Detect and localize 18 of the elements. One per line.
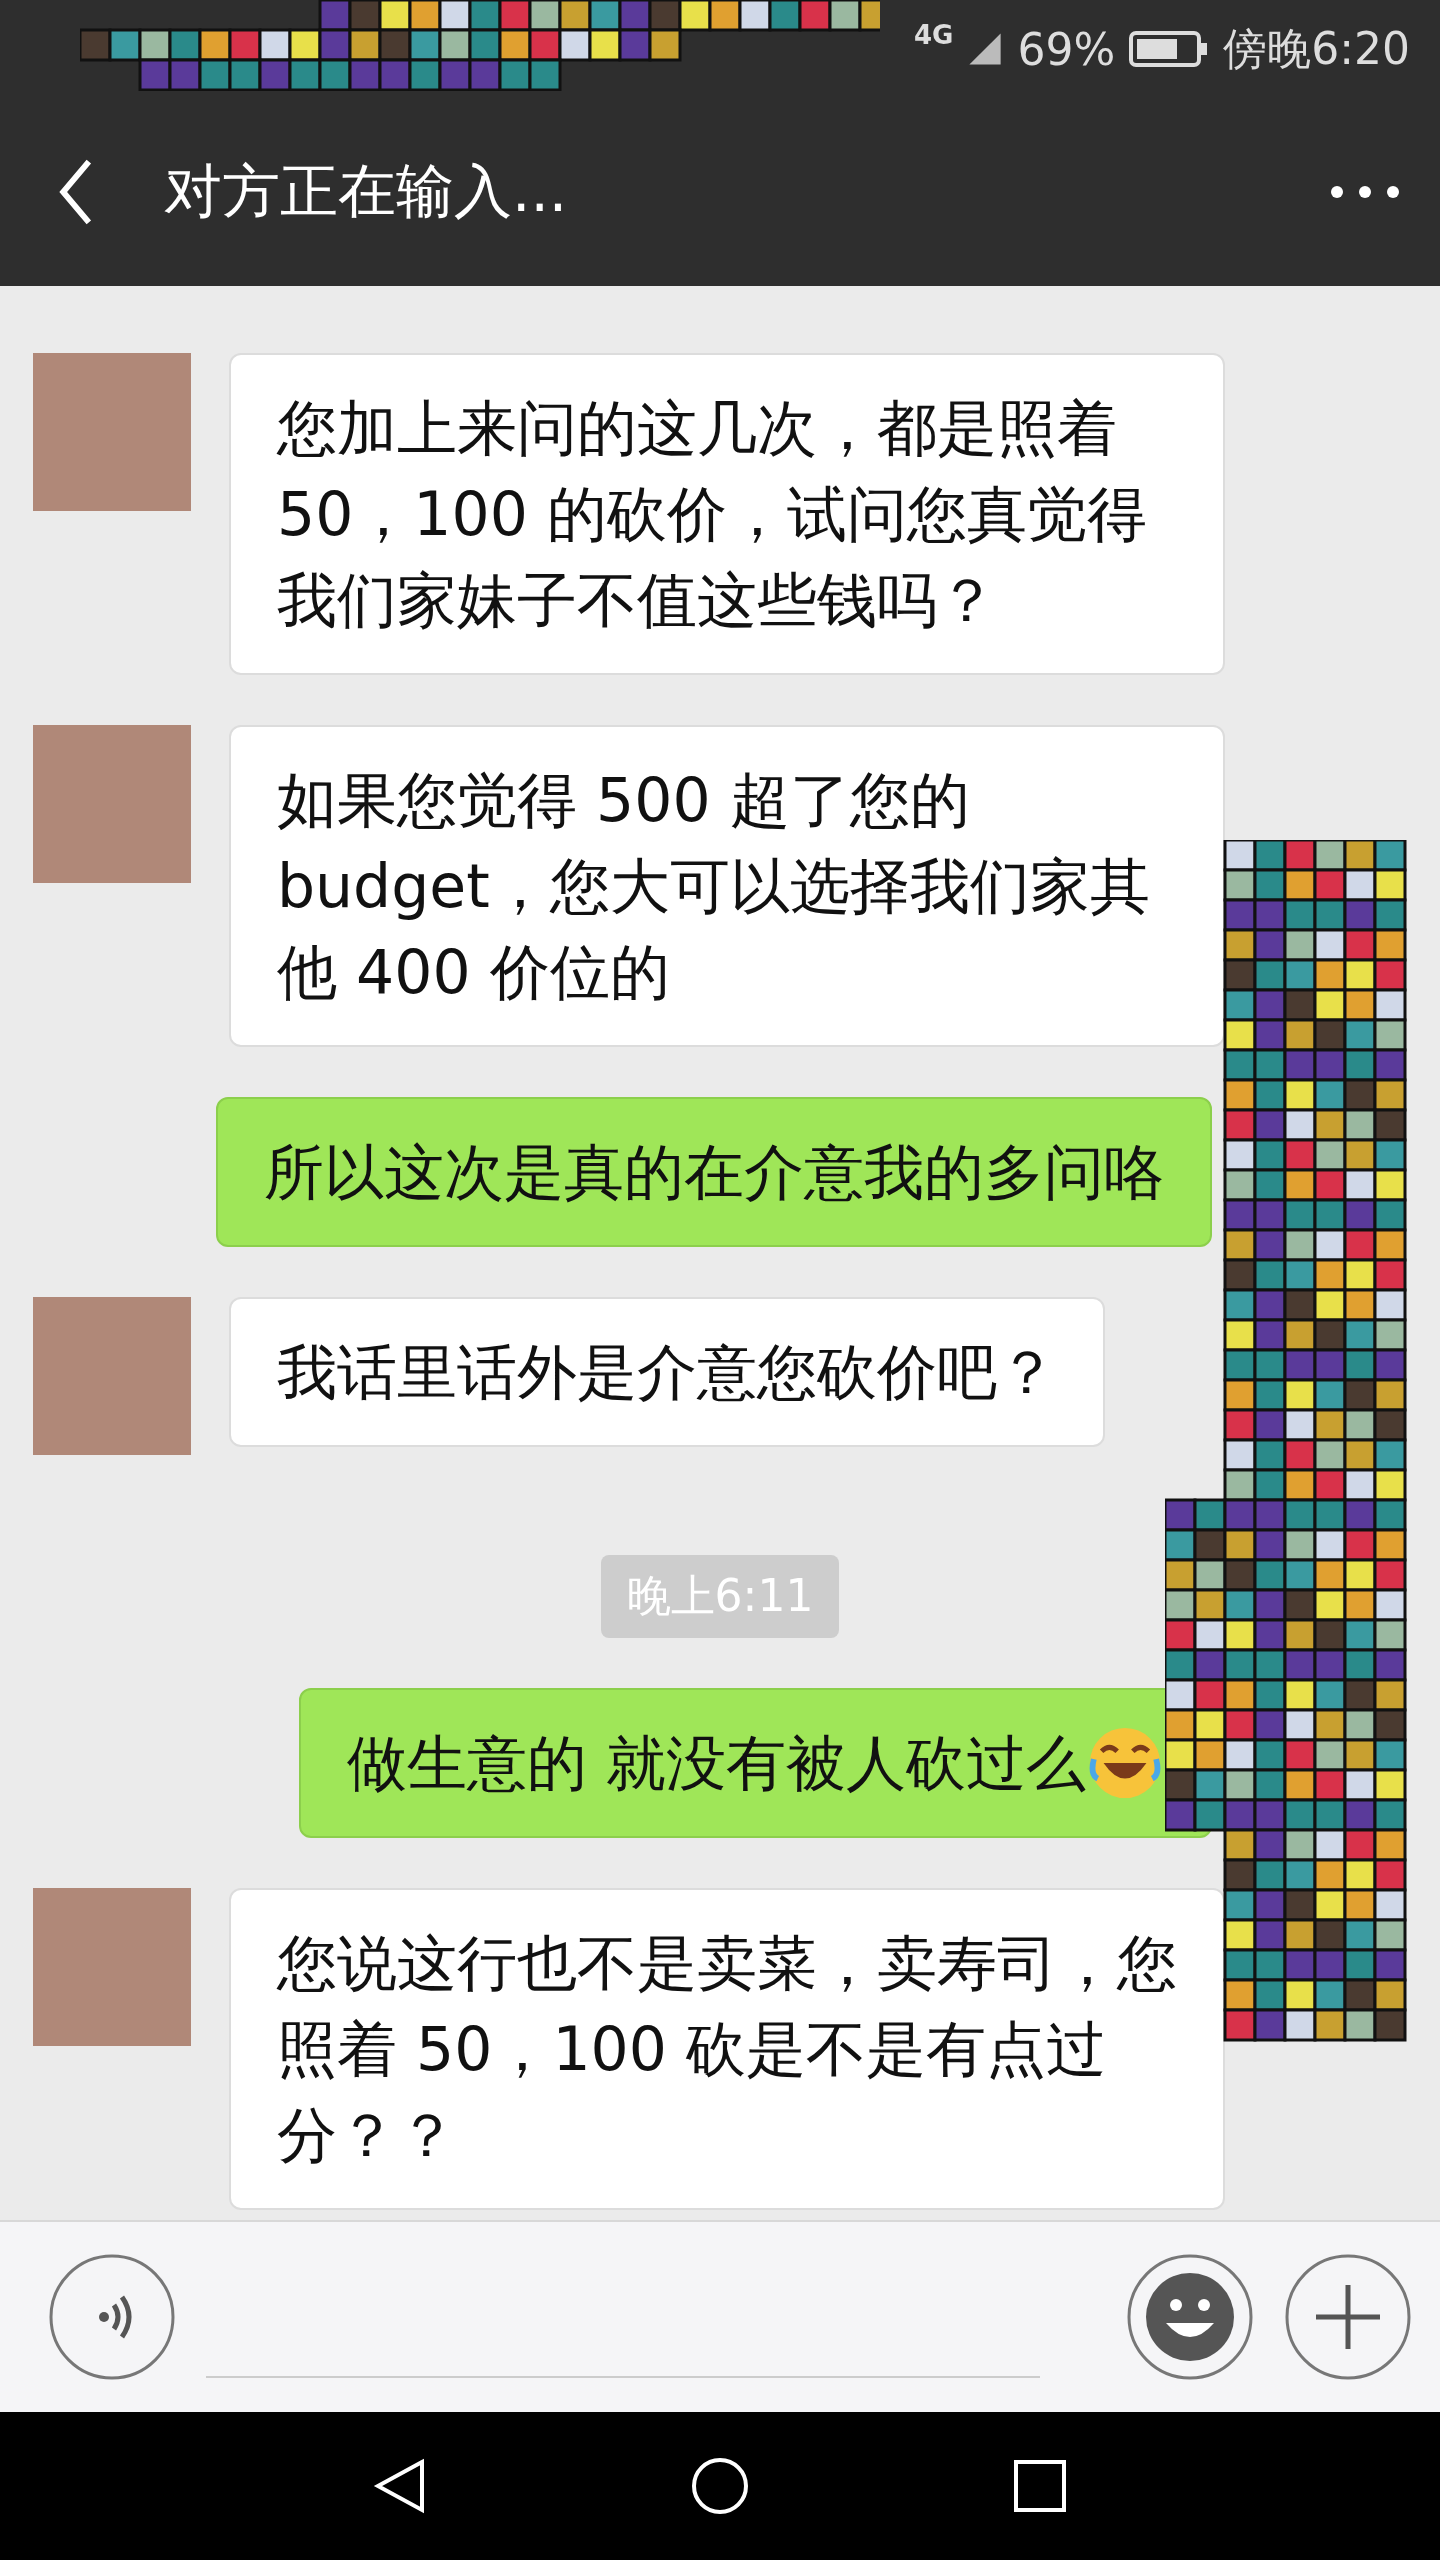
battery-percent: 69%: [1017, 23, 1116, 75]
message-bubble: 您说这行也不是卖菜，卖寿司，您照着 50，100 砍是不是有点过分？？: [229, 1888, 1225, 2210]
message-bubble: 您加上来问的这几次，都是照着 50，100 的砍价，试问您真觉得我们家妹子不值这些钱吗？: [229, 353, 1225, 675]
message-bubble: 做生意的 就没有被人砍过么: [298, 1688, 1212, 1838]
plus-icon[interactable]: [1284, 2253, 1412, 2381]
more-icon[interactable]: [1330, 185, 1400, 199]
chat-title: 对方正在输入...: [164, 156, 569, 227]
emoji-icon[interactable]: [1126, 2253, 1254, 2381]
clock-time: 傍晚6:20: [1223, 21, 1410, 76]
battery-icon: [1129, 29, 1210, 69]
home-circle-icon[interactable]: [690, 2456, 750, 2516]
network-type: 4G: [913, 20, 954, 50]
message-bubble: 所以这次是真的在介意我的多问咯: [216, 1097, 1212, 1247]
signal-icon: [967, 31, 1004, 67]
voice-icon[interactable]: [48, 2253, 176, 2381]
message-bubble: 如果您觉得 500 超了您的 budget，您大可以选择我们家其他 400 价位的: [229, 725, 1225, 1047]
message-bubble: 我话里话外是介意您砍价吧？: [229, 1297, 1105, 1447]
back-icon[interactable]: [58, 157, 94, 227]
